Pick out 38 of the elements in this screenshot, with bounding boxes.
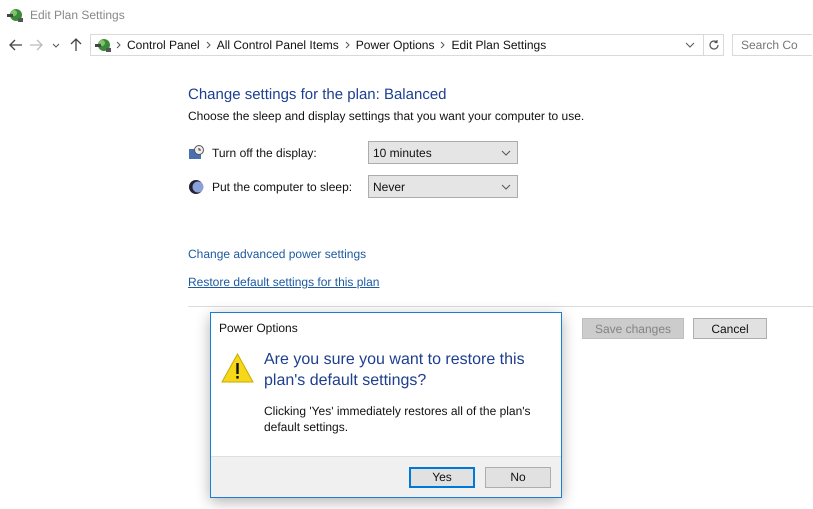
power-plug-globe-icon [94, 36, 112, 54]
breadcrumb[interactable]: Control Panel [125, 38, 202, 52]
setting-label: Put the computer to sleep: [212, 180, 354, 194]
address-bar[interactable]: Control Panel All Control Panel Items Power Options Edit Plan Settings [90, 34, 724, 56]
chevron-right-icon [206, 41, 211, 49]
breadcrumb[interactable]: Power Options [354, 38, 436, 52]
forward-arrow-icon [29, 39, 43, 51]
chevron-right-icon [440, 41, 446, 49]
dialog-title: Power Options [218, 320, 299, 335]
chevron-right-icon [344, 41, 350, 49]
refresh-icon [708, 39, 720, 51]
power-plug-globe-icon [6, 6, 24, 24]
dialog-message: Clicking 'Yes' immediately restores all of the plan's default settings. [264, 403, 532, 435]
chevron-down-icon [52, 42, 60, 48]
description: Choose the sleep and display settings that you want your computer to use. [188, 109, 586, 123]
chevron-down-icon [501, 150, 511, 156]
link[interactable]: Restore default settings for this plan [188, 275, 380, 289]
chevron-down-icon [501, 184, 511, 190]
breadcrumb[interactable]: All Control Panel Items [214, 38, 341, 52]
up-arrow-icon [70, 38, 82, 52]
dropdown[interactable]: 10 minutes [368, 141, 518, 164]
window-title: Edit Plan Settings [30, 8, 125, 22]
chevron-down-icon [685, 42, 695, 48]
dialog-question: Are you sure you want to restore this plan's default settings? [264, 350, 526, 391]
warning-icon [221, 353, 254, 383]
action-button[interactable]: Cancel [693, 318, 767, 339]
chevron-right-icon [116, 41, 121, 49]
breadcrumb[interactable]: Edit Plan Settings [449, 38, 548, 52]
page-heading: Change settings for the plan: Balanced [188, 86, 448, 103]
back-arrow-icon [9, 39, 23, 51]
search-field[interactable]: Search Co [732, 34, 812, 56]
moon-icon [188, 178, 205, 194]
link[interactable]: Change advanced power settings [188, 247, 366, 261]
monitor-clock-icon [188, 144, 205, 160]
dialog-button[interactable]: No [485, 466, 551, 488]
dropdown[interactable]: Never [368, 175, 518, 198]
setting-label: Turn off the display: [212, 146, 318, 160]
dialog-button[interactable]: Yes [409, 466, 475, 488]
